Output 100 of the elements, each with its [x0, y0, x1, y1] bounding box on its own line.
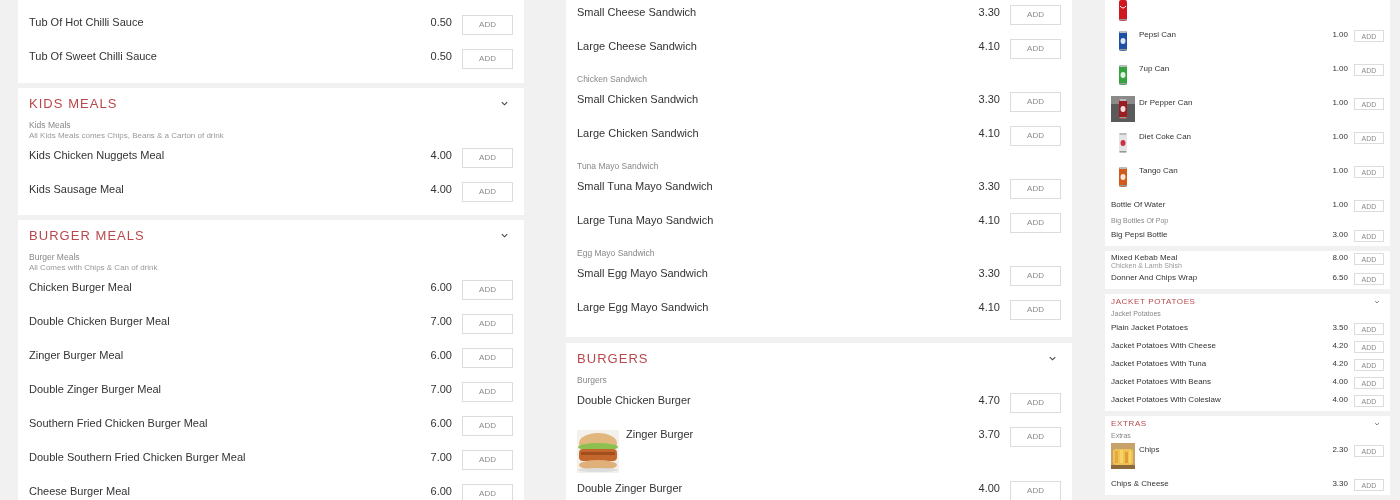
- section-title: JACKET POTATOES: [1111, 298, 1196, 306]
- chevron-icon[interactable]: [1374, 299, 1380, 305]
- item-name: Double Chicken Burger: [577, 393, 692, 407]
- item-price: 2.30: [1332, 445, 1348, 454]
- item-price: 3.70: [978, 427, 1000, 441]
- item-name: Bottle Of Water: [1111, 200, 1167, 209]
- add-button[interactable]: ADD: [462, 416, 513, 436]
- item-price: 3.50: [1332, 323, 1348, 332]
- item-price: 6.00: [430, 416, 452, 430]
- item-price: 3.30: [978, 179, 1000, 193]
- item-name: Cheese Burger Meal: [29, 484, 131, 498]
- item-name: Dr Pepper Can: [1139, 98, 1194, 107]
- add-button[interactable]: ADD: [1010, 213, 1061, 233]
- item-name: Large Chicken Sandwich: [577, 126, 700, 140]
- item-name: Double Zinger Burger Meal: [29, 382, 163, 396]
- add-button[interactable]: ADD: [462, 348, 513, 368]
- item-price: 4.10: [978, 300, 1000, 314]
- item-price: 3.00: [1332, 230, 1348, 239]
- item-price: 4.00: [1332, 377, 1348, 386]
- add-button[interactable]: ADD: [462, 15, 513, 35]
- add-button[interactable]: ADD: [462, 484, 513, 500]
- section-title: EXTRAS: [1111, 420, 1147, 428]
- add-button[interactable]: ADD: [1010, 5, 1061, 25]
- item-price: 6.00: [430, 484, 452, 498]
- item-name: Diet Coke Can: [1139, 132, 1193, 141]
- section-title: KIDS MEALS: [29, 96, 118, 111]
- add-button[interactable]: ADD: [1010, 481, 1061, 500]
- item-name: Double Chicken Burger Meal: [29, 314, 171, 328]
- chevron-icon[interactable]: [500, 99, 509, 108]
- chevron-icon[interactable]: [500, 231, 509, 240]
- item-price: 4.10: [978, 39, 1000, 53]
- add-button[interactable]: ADD: [1010, 266, 1061, 286]
- item-price: 1.00: [1332, 98, 1348, 107]
- item-price: 7.00: [430, 450, 452, 464]
- chevron-icon[interactable]: [1374, 421, 1380, 427]
- group-label: Burger Meals: [29, 251, 81, 263]
- item-name: Small Chicken Sandwich: [577, 92, 700, 106]
- item-name: Mixed Kebab Meal: [1111, 253, 1179, 262]
- item-name: Plain Jacket Potatoes: [1111, 323, 1189, 332]
- add-button[interactable]: ADD: [1010, 300, 1061, 320]
- group-label: Egg Mayo Sandwich: [577, 247, 656, 259]
- item-price: 3.30: [978, 5, 1000, 19]
- add-button[interactable]: ADD: [462, 314, 513, 334]
- add-button[interactable]: ADD: [462, 280, 513, 300]
- add-button[interactable]: ADD: [1010, 39, 1061, 59]
- add-button[interactable]: ADD: [1010, 126, 1061, 146]
- item-name: Tango Can: [1139, 166, 1179, 175]
- add-button[interactable]: ADD: [1010, 179, 1061, 199]
- section-title: BURGERS: [577, 351, 649, 366]
- item-price: 6.00: [430, 280, 452, 294]
- item-price: 3.30: [1332, 479, 1348, 488]
- item-price: 7.00: [430, 314, 452, 328]
- item-price: 4.10: [978, 213, 1000, 227]
- item-name: Large Egg Mayo Sandwich: [577, 300, 710, 314]
- item-price: 4.20: [1332, 341, 1348, 350]
- add-button[interactable]: ADD: [1010, 92, 1061, 112]
- item-price: 7.00: [430, 382, 452, 396]
- item-name: Large Cheese Sandwich: [577, 39, 698, 53]
- item-price: 4.10: [978, 126, 1000, 140]
- item-name: Kids Sausage Meal: [29, 182, 125, 196]
- section-title: BURGER MEALS: [29, 228, 145, 243]
- item-name: Large Tuna Mayo Sandwich: [577, 213, 715, 227]
- add-button[interactable]: ADD: [1010, 393, 1061, 413]
- item-price: 4.00: [430, 148, 452, 162]
- add-button[interactable]: ADD: [1010, 427, 1061, 447]
- add-button[interactable]: ADD: [462, 148, 513, 168]
- item-name: Tub Of Hot Chilli Sauce: [29, 15, 145, 29]
- item-name: Zinger Burger: [626, 427, 695, 441]
- item-name: Double Southern Fried Chicken Burger Meal: [29, 450, 247, 464]
- item-name: Small Cheese Sandwich: [577, 5, 698, 19]
- item-name: Donner And Chips Wrap: [1111, 273, 1199, 282]
- item-price: 4.00: [1332, 395, 1348, 404]
- item-name: Small Tuna Mayo Sandwich: [577, 179, 714, 193]
- item-name: 7up Can: [1139, 64, 1171, 73]
- item-price: 8.00: [1332, 253, 1348, 262]
- chevron-icon[interactable]: [1048, 354, 1057, 363]
- item-price: 4.00: [430, 182, 452, 196]
- item-name: Tub Of Sweet Chilli Sauce: [29, 49, 158, 63]
- item-price: 4.70: [978, 393, 1000, 407]
- add-button[interactable]: ADD: [462, 182, 513, 202]
- item-name: Southern Fried Chicken Burger Meal: [29, 416, 209, 430]
- item-price: 3.30: [978, 92, 1000, 106]
- add-button[interactable]: ADD: [462, 382, 513, 402]
- item-name: Zinger Burger Meal: [29, 348, 125, 362]
- item-price: 1.00: [1332, 64, 1348, 73]
- item-price: 0.50: [430, 15, 452, 29]
- group-label: Tuna Mayo Sandwich: [577, 160, 660, 172]
- item-name: Jacket Potatoes With Beans: [1111, 377, 1213, 386]
- item-name: Pepsi Can: [1139, 30, 1177, 39]
- item-price: 0.50: [430, 49, 452, 63]
- item-name: Small Egg Mayo Sandwich: [577, 266, 709, 280]
- add-button[interactable]: ADD: [462, 450, 513, 470]
- add-button[interactable]: ADD: [462, 49, 513, 69]
- item-name: Chicken Burger Meal: [29, 280, 133, 294]
- group-note: All Kids Meals comes Chips, Beans & a Carton of drink: [29, 131, 225, 141]
- item-price: 3.30: [978, 266, 1000, 280]
- item-name: Double Zinger Burger: [577, 481, 684, 495]
- item-name: Jacket Potatoes With Tuna: [1111, 359, 1208, 368]
- item-name: Chips & Cheese: [1111, 479, 1170, 488]
- group-note: All Comes with Chips & Can of drink: [29, 263, 159, 273]
